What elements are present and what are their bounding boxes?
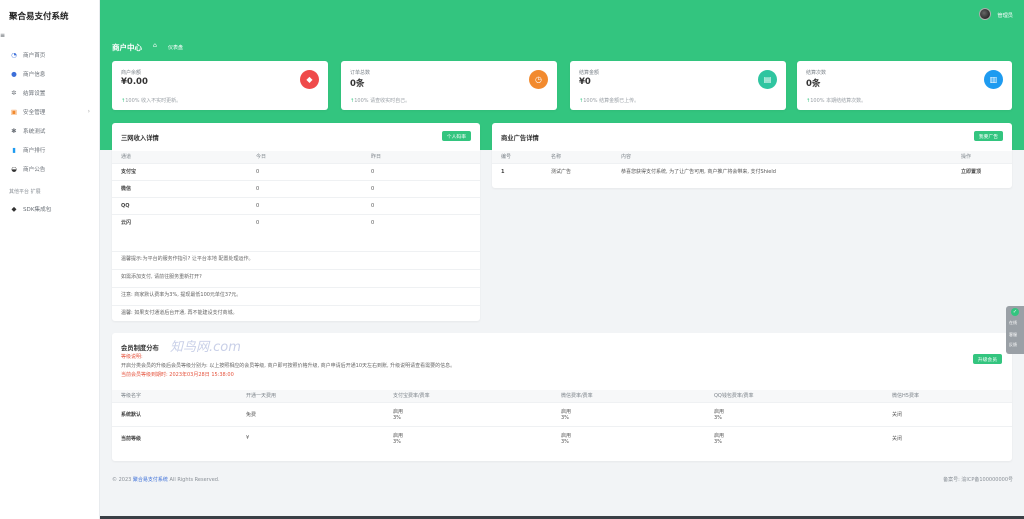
app-title: 聚合易支付系统: [9, 12, 69, 22]
ads-title: 商业广告详情: [501, 135, 539, 142]
sidebar-item-dashboard[interactable]: ◔ 商户首页: [0, 45, 99, 64]
ad-action-link[interactable]: 立即置顶: [952, 162, 1012, 180]
home-icon[interactable]: ⌂: [153, 42, 157, 49]
sidebar-item-announce[interactable]: ◒ 商户公告: [0, 159, 99, 178]
floating-widget[interactable]: ✓ 在线 客服 反馈: [1006, 306, 1024, 354]
table-row: 1 测试广告 恭喜您获得支付系统, 为了让广告可用, 商户推广将会带来, 支付Shi…: [492, 162, 1012, 180]
stat-card-orders: 订单总数 0条 ↑100% 请查收实时自己。 ◷: [341, 61, 557, 110]
stat-card-count: 结算次数 0条 ↑100% 本期结结算次数。 ▥: [797, 61, 1012, 110]
user-icon: ●: [11, 69, 17, 78]
table-row: 支付宝 0 0: [112, 162, 480, 180]
shield-icon: ▣: [10, 107, 18, 116]
stat-label: 结算次数: [806, 70, 827, 76]
stat-label: 结算金额: [579, 70, 600, 76]
sidebar-item-test[interactable]: ✱ 系统测试: [0, 121, 99, 140]
chart-icon: ▥: [984, 70, 1003, 89]
gear-icon: ✲: [11, 88, 17, 97]
income-note: 温馨: 如果支付通道后台开通, 再不能建设支付商城。: [112, 305, 480, 319]
member-table: 等级名字 开通一天费用 支付宝费率/费率 微信费率/费率 QQ钱包费率/费率 微信H5费率…: [112, 390, 1012, 450]
member-panel: 会员制度分布 知鸟网.com 等级说明: 开启分类会员的升级后会员等级分别为: …: [112, 333, 1012, 461]
income-rate-button[interactable]: 个人码率: [441, 131, 471, 141]
footer-copyright: © 2023 聚合易支付系统 All Rights Reserved.: [112, 477, 220, 483]
income-note: 如需添加支付, 请前往服务重新打开?: [112, 269, 480, 283]
sidebar: 聚合易支付系统 ≡ ◔ 商户首页 ● 商户信息 ✲ 结算设置 ▣ 安全管理 › ✱ 系统测试…: [0, 0, 100, 519]
stat-value: 0条: [350, 79, 365, 89]
sidebar-item-sdk[interactable]: ◆ SDK集成包: [0, 199, 99, 218]
footer-brand-link[interactable]: 聚合易支付系统: [133, 477, 168, 483]
income-title: 三网收入详情: [121, 135, 159, 142]
username[interactable]: 管理员: [997, 12, 1013, 19]
member-title: 会员制度分布: [121, 345, 159, 352]
avatar[interactable]: [979, 8, 991, 20]
watermark: 知鸟网.com: [170, 340, 241, 355]
sidebar-item-ranking[interactable]: ▮ 商户排行: [0, 140, 99, 159]
ads-request-button[interactable]: 我要广告: [973, 131, 1003, 141]
table-row: 云闪 0 0: [112, 213, 480, 231]
breadcrumb[interactable]: 仪表盘: [168, 44, 183, 51]
dashboard-icon: ◔: [11, 50, 17, 59]
stat-value: ¥0.00: [121, 77, 148, 87]
stat-note: ↑100% 收入不实时更新。: [121, 98, 182, 104]
footer-icp[interactable]: 备案号: 渝ICP备100000000号: [943, 476, 1013, 483]
cog-icon: ✱: [11, 126, 17, 135]
stat-note: ↑100% 请查收实时自己。: [350, 98, 411, 104]
ads-panel: 商业广告详情 我要广告 编号 名称 内容 操作 1 测试广告 恭喜您获得支付系统, 为了让…: [492, 123, 1012, 188]
diamond-icon: ◆: [11, 204, 17, 213]
table-row: 系统默认 免费 启用 3% 启用 3% 启用 3% 关闭: [112, 401, 1012, 426]
upgrade-button[interactable]: 升级会员: [972, 354, 1002, 364]
stat-label: 订单总数: [350, 70, 371, 76]
income-panel: 三网收入详情 个人码率 通道 今日 昨日 支付宝 0 0 微信 0 0 QQ 0 0 云闪 0 0 …: [112, 123, 480, 321]
page-title: 商户中心: [112, 43, 142, 52]
diamond-icon: ◆: [300, 70, 319, 89]
sidebar-item-security[interactable]: ▣ 安全管理 ›: [0, 102, 99, 121]
income-table: 通道 今日 昨日 支付宝 0 0 微信 0 0 QQ 0 0 云闪 0 0: [112, 151, 480, 231]
clock-icon: ◷: [529, 70, 548, 89]
stat-value: 0条: [806, 79, 821, 89]
table-row: 微信 0 0: [112, 179, 480, 197]
bar-chart-icon: ▮: [12, 145, 16, 154]
sidebar-item-settlement[interactable]: ✲ 结算设置: [0, 83, 99, 102]
table-row: 当前等级 ¥ 启用 3% 启用 3% 启用 3% 关闭: [112, 425, 1012, 450]
card-icon: ▤: [758, 70, 777, 89]
ads-table: 编号 名称 内容 操作 1 测试广告 恭喜您获得支付系统, 为了让广告可用, 商户推广将会…: [492, 151, 1012, 180]
stat-note: ↑100% 本期结结算次数。: [806, 98, 867, 104]
announce-icon: ◒: [11, 164, 17, 173]
stat-label: 商户余额: [121, 70, 142, 76]
stat-card-balance: 商户余额 ¥0.00 ↑100% 收入不实时更新。 ◆: [112, 61, 328, 110]
income-note: 注意: 商家默认费率为3%, 提现最低100元单位37元。: [112, 287, 480, 301]
stat-note: ↑100% 结算金额已上传。: [579, 98, 640, 104]
sidebar-item-info[interactable]: ● 商户信息: [0, 64, 99, 83]
table-row: QQ 0 0: [112, 196, 480, 214]
sidebar-section-label: 其他平台 扩展: [9, 189, 41, 195]
stat-card-settlement: 结算金额 ¥0 ↑100% 结算金额已上传。 ▤: [570, 61, 786, 110]
menu-toggle-icon[interactable]: ≡: [0, 32, 5, 39]
check-icon: ✓: [1011, 308, 1019, 316]
stat-value: ¥0: [579, 77, 591, 87]
income-note: 温馨提示:为平台的服务作指引? 让平台本地 配置处理运作。: [112, 251, 480, 265]
chevron-right-icon: ›: [87, 108, 90, 115]
